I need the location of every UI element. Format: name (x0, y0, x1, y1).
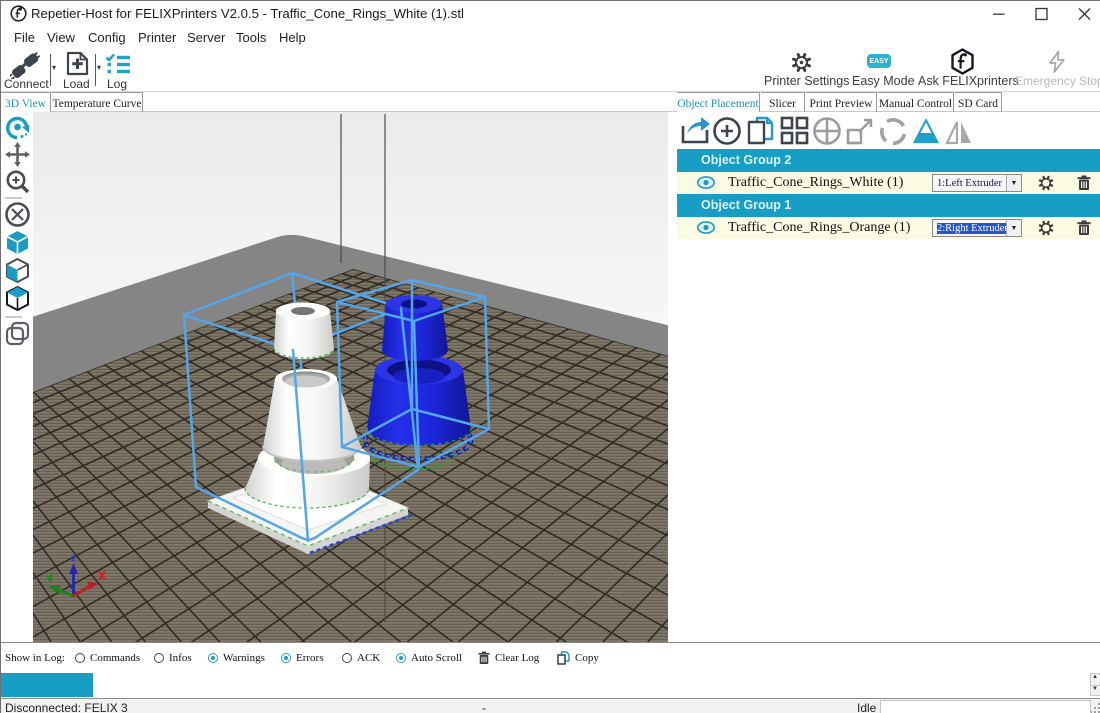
svg-text:z: z (71, 553, 76, 564)
